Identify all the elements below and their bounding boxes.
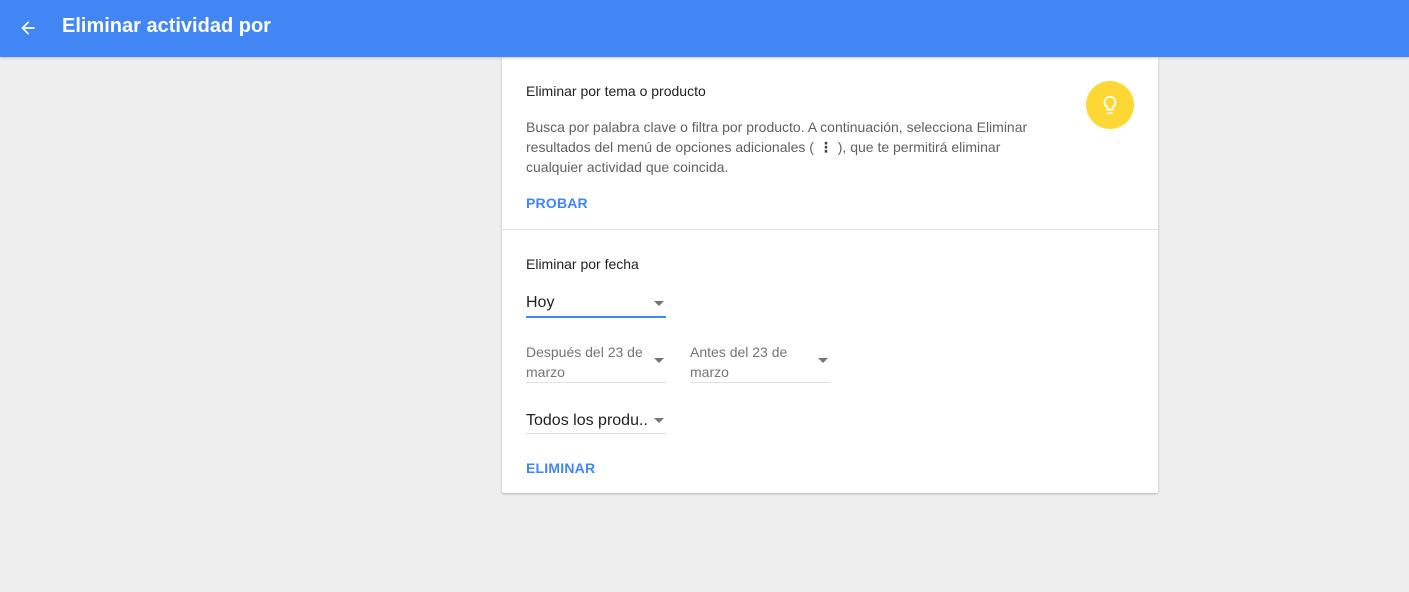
chevron-down-icon [654,418,664,423]
date-range-value: Hoy [526,294,555,311]
after-date-select[interactable]: Después del 23 de marzo [526,342,666,383]
date-range-select[interactable]: Hoy [526,289,666,318]
delete-button[interactable]: ELIMINAR [526,459,595,477]
after-date-value: Después del 23 de marzo [526,344,643,380]
page-title: Eliminar actividad por [62,15,271,37]
topic-section-description: Busca por palabra clave o filtra por pro… [526,117,1056,177]
select-underline [690,382,830,383]
chevron-down-icon [654,358,664,363]
top-app-bar: Eliminar actividad por [0,0,1409,57]
section-divider [502,229,1158,230]
lightbulb-icon [1103,95,1117,115]
select-underline [526,316,666,318]
back-button[interactable] [12,12,44,44]
chevron-down-icon [818,358,828,363]
delete-activity-card: Eliminar por tema o producto Busca por p… [502,57,1158,493]
products-value: Todos los produ.. [526,412,648,429]
topic-section-title: Eliminar por tema o producto [526,83,706,99]
more-vert-icon: ⋮ [818,139,833,155]
arrow-back-icon [21,21,35,35]
hint-badge [1086,81,1134,129]
select-underline [526,433,666,434]
select-underline [526,382,666,383]
before-date-select[interactable]: Antes del 23 de marzo [690,342,830,383]
chevron-down-icon [654,301,664,306]
try-button[interactable]: PROBAR [526,194,588,212]
products-select[interactable]: Todos los produ.. [526,410,666,434]
before-date-value: Antes del 23 de marzo [690,344,788,380]
date-section-title: Eliminar por fecha [526,256,639,272]
